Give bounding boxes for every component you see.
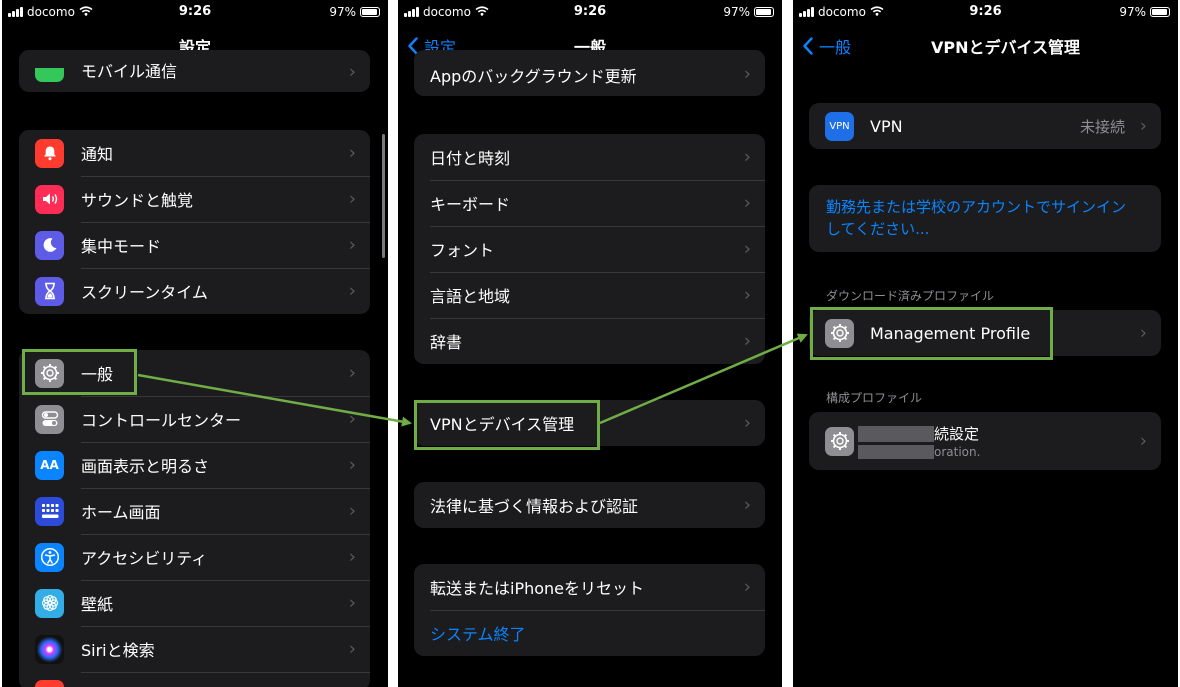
arrow-general-to-vpn xyxy=(137,373,412,427)
arrow-vpn-to-profile xyxy=(599,333,808,425)
annotation-arrows xyxy=(137,333,808,427)
